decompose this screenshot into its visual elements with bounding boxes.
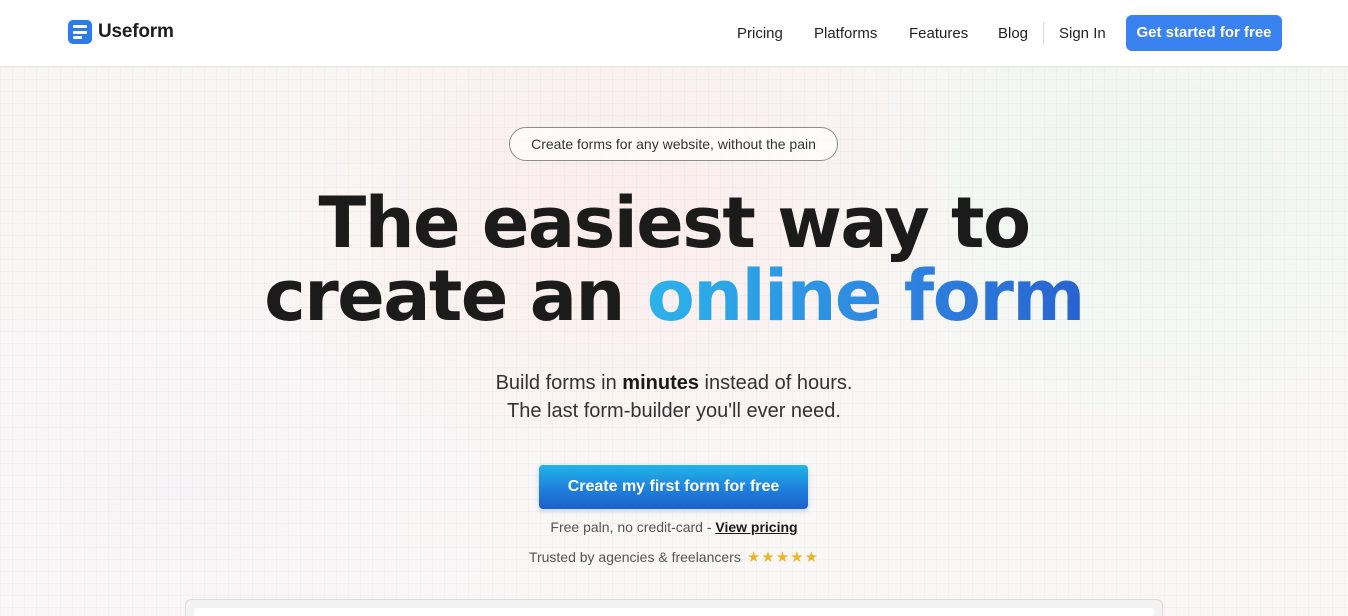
hero-title-line-2: create an online form	[0, 256, 1348, 336]
hero-title-line-1: The easiest way to	[318, 182, 1031, 264]
nav-pricing[interactable]: Pricing	[737, 24, 783, 44]
pricing-note: Free paln, no credit-card - View pricing	[0, 518, 1348, 536]
subtitle-text-end: instead of hours.	[698, 372, 853, 394]
nav-divider	[1043, 22, 1044, 44]
hero-title-accent: online form	[646, 255, 1086, 337]
app-preview-frame	[185, 599, 1163, 616]
site-header: Useform Pricing Platforms Features Blog …	[0, 0, 1348, 67]
brand-name: Useform	[98, 21, 174, 42]
hero-title-plain: create an	[264, 255, 647, 337]
hero-subtitle-line-2: The last form-builder you'll ever need.	[507, 400, 841, 422]
sign-in-link[interactable]: Sign In	[1059, 24, 1106, 44]
brand-logo[interactable]: Useform	[68, 20, 174, 44]
create-form-button[interactable]: Create my first form for free	[539, 465, 808, 509]
subtitle-emphasis: minutes	[622, 372, 699, 394]
pricing-note-text: Free paln, no credit-card -	[550, 519, 716, 535]
nav-blog[interactable]: Blog	[998, 24, 1028, 44]
nav-platforms[interactable]: Platforms	[814, 24, 877, 44]
hero-subtitle-line-1: Build forms in minutes instead of hours.	[0, 369, 1348, 397]
rating-stars-icon: ★★★★★	[746, 549, 820, 566]
nav-features[interactable]: Features	[909, 24, 968, 44]
app-preview-toolbar	[194, 608, 1154, 616]
trust-text: Trusted by agencies & freelancers	[528, 549, 741, 565]
view-pricing-link[interactable]: View pricing	[715, 519, 797, 535]
trust-line: Trusted by agencies & freelancers ★★★★★	[0, 548, 1348, 567]
tagline-pill: Create forms for any website, without th…	[509, 127, 838, 161]
get-started-button[interactable]: Get started for free	[1126, 15, 1282, 51]
subtitle-text: Build forms in	[495, 372, 623, 394]
form-logo-icon	[68, 20, 92, 44]
